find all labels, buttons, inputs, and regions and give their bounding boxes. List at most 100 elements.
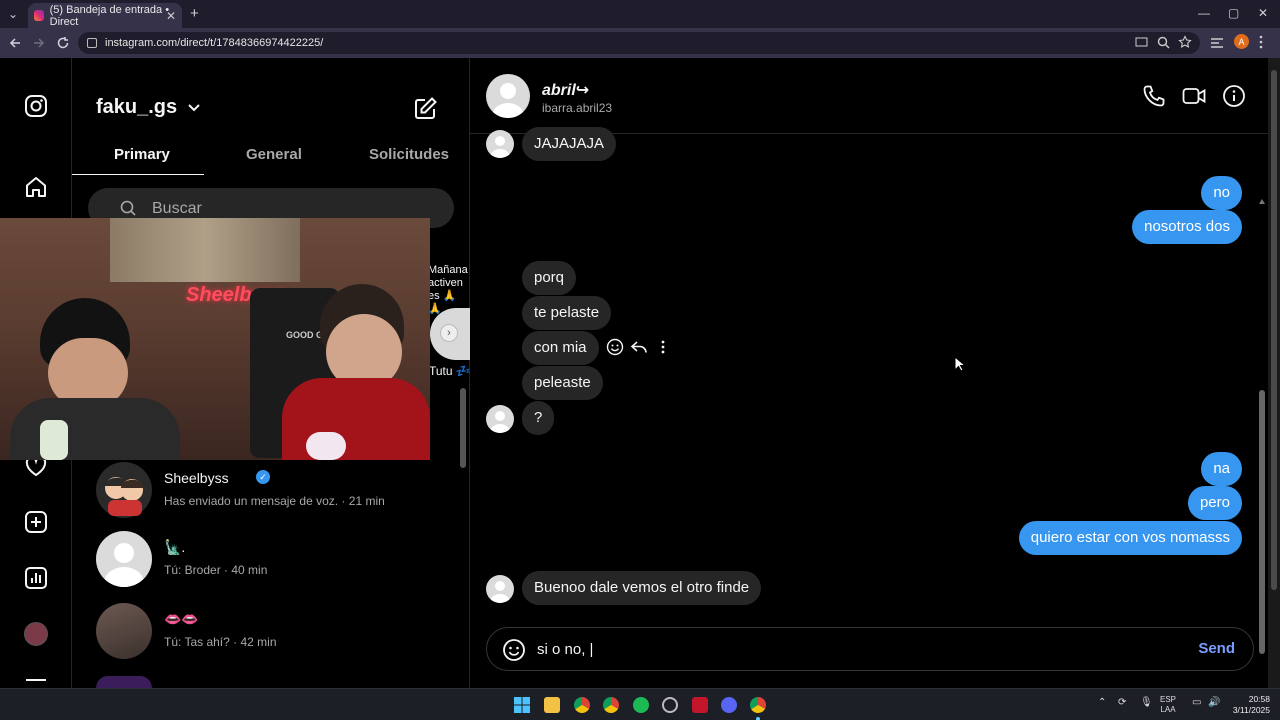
dashboard-icon[interactable]: [24, 566, 48, 590]
obs-icon[interactable]: [662, 697, 678, 713]
zoom-icon[interactable]: [1157, 36, 1170, 49]
sender-avatar[interactable]: [486, 405, 514, 433]
message-incoming[interactable]: con mia: [522, 331, 599, 365]
search-placeholder: Buscar: [152, 200, 202, 217]
default-avatar-icon: [96, 531, 152, 587]
chat-username: ibarra.abril23: [542, 101, 613, 115]
message-input[interactable]: si o no, |: [537, 641, 593, 658]
message-outgoing[interactable]: quiero estar con vos nomasss: [1018, 521, 1242, 555]
more-menu-icon[interactable]: [24, 676, 48, 688]
tab-search-chevron-icon[interactable]: ⌄: [8, 7, 18, 21]
site-info-icon[interactable]: [87, 38, 97, 48]
sender-avatar[interactable]: [486, 575, 514, 603]
phone-call-icon[interactable]: [1142, 84, 1166, 108]
system-clock[interactable]: 20:58 3/11/2025: [1226, 694, 1270, 716]
mouse-cursor-icon: [954, 356, 966, 372]
emoji-picker-icon[interactable]: [502, 638, 526, 662]
page-scrollbar[interactable]: [1268, 58, 1280, 688]
message-incoming[interactable]: JAJAJAJA: [522, 127, 617, 161]
bookmark-star-icon[interactable]: [1178, 35, 1192, 49]
chrome-active-icon[interactable]: [750, 697, 766, 713]
tab-requests[interactable]: Solicitudes: [369, 146, 449, 163]
account-switcher[interactable]: faku_.gs: [96, 96, 201, 119]
instagram-logo-icon[interactable]: [24, 94, 48, 118]
chat-avatar[interactable]: [486, 74, 530, 118]
conversation-item[interactable]: 🗽. Tú: Broder · 40 min: [96, 531, 456, 591]
conversation-name: 🗽.: [164, 539, 186, 555]
display-icon[interactable]: ▭: [1192, 697, 1201, 708]
video-call-icon[interactable]: [1182, 84, 1206, 108]
browser-tab-active[interactable]: (5) Bandeja de entrada • Direct ✕: [28, 3, 182, 28]
app-red-icon[interactable]: [692, 697, 708, 713]
send-button[interactable]: Send: [1198, 640, 1235, 657]
conversation-name: 👄👄: [164, 611, 199, 627]
create-icon[interactable]: [24, 510, 48, 534]
info-icon[interactable]: [1222, 84, 1246, 108]
profile-avatar-nav[interactable]: [24, 622, 48, 646]
story-name: Tutu 💤: [429, 364, 471, 378]
react-emoji-icon[interactable]: [606, 338, 624, 356]
conversation-item[interactable]: Sheelbyss ✓ Has enviado un mensaje de vo…: [96, 462, 456, 522]
new-message-icon[interactable]: [414, 96, 438, 120]
microphone-icon[interactable]: 🎙: [1140, 697, 1153, 708]
tray-chevron-up-icon[interactable]: ⌃: [1098, 697, 1106, 708]
language-indicator[interactable]: ESP LAA: [1160, 695, 1176, 715]
cartoon-avatar-icon: [105, 477, 143, 516]
reading-list-icon[interactable]: [1210, 36, 1224, 49]
message-incoming[interactable]: ?: [522, 401, 555, 435]
home-icon[interactable]: [24, 175, 48, 199]
chat-scrollbar[interactable]: [1256, 192, 1268, 668]
new-tab-button[interactable]: +: [190, 5, 199, 22]
message-incoming[interactable]: te pelaste: [522, 296, 612, 330]
message-outgoing[interactable]: no: [1201, 176, 1242, 210]
message-incoming[interactable]: Buenoo dale vemos el otro finde: [522, 571, 762, 605]
story-avatar[interactable]: ›: [430, 308, 470, 360]
sender-avatar[interactable]: [486, 130, 514, 158]
forward-arrow-icon[interactable]: [32, 36, 46, 50]
browser-toolbar: instagram.com/direct/t/17848366974422225…: [0, 28, 1280, 58]
clock-time: 20:58: [1248, 694, 1270, 704]
spotify-icon[interactable]: [633, 697, 649, 713]
tab-general[interactable]: General: [246, 146, 302, 163]
scroll-up-icon[interactable]: [1259, 198, 1265, 204]
more-options-icon[interactable]: [660, 339, 666, 355]
tab-title: (5) Bandeja de entrada • Direct: [49, 3, 170, 28]
chevron-right-icon[interactable]: ›: [440, 324, 458, 342]
posters-on-wall: [110, 218, 300, 282]
window-maximize-button[interactable]: ▢: [1228, 6, 1239, 20]
conversation-item[interactable]: 👄👄 Tú: Tas ahí? · 42 min: [96, 603, 456, 663]
reply-arrow-icon[interactable]: [630, 338, 648, 356]
chat-header: abril↪ ibarra.abril23: [470, 58, 1280, 134]
back-arrow-icon[interactable]: [8, 36, 22, 50]
chrome-icon[interactable]: [574, 697, 590, 713]
window-minimize-button[interactable]: —: [1198, 6, 1210, 20]
message-outgoing[interactable]: nosotros dos: [1132, 210, 1242, 244]
message-outgoing[interactable]: pero: [1187, 486, 1242, 520]
message-incoming[interactable]: porq: [522, 261, 577, 295]
active-tab-indicator: [72, 174, 204, 175]
tab-primary[interactable]: Primary: [114, 146, 170, 163]
message-composer[interactable]: si o no, | Send: [486, 627, 1254, 671]
chat-scroll-thumb[interactable]: [1259, 390, 1265, 654]
windows-start-icon[interactable]: [514, 697, 530, 713]
discord-icon[interactable]: [721, 697, 737, 713]
browser-menu-icon[interactable]: [1258, 35, 1264, 49]
conversation-avatar: [96, 462, 152, 518]
page-scroll-thumb[interactable]: [1271, 70, 1277, 590]
sync-icon[interactable]: ⟳: [1118, 697, 1126, 708]
tab-close-icon[interactable]: ✕: [166, 9, 176, 23]
language-top: ESP: [1160, 695, 1177, 704]
chrome-profile-icon[interactable]: [603, 697, 619, 713]
reload-icon[interactable]: [56, 36, 70, 50]
profile-avatar[interactable]: A: [1234, 34, 1249, 49]
message-incoming[interactable]: peleaste: [522, 366, 603, 400]
chat-display-name[interactable]: abril↪: [542, 80, 589, 100]
cast-icon[interactable]: [1135, 36, 1148, 49]
file-explorer-icon[interactable]: [544, 697, 560, 713]
inbox-scrollbar[interactable]: [460, 388, 466, 468]
message-outgoing[interactable]: na: [1201, 452, 1242, 486]
inbox-tabs: Primary General Solicitudes: [72, 140, 470, 176]
url-bar[interactable]: instagram.com/direct/t/17848366974422225…: [78, 32, 1200, 54]
volume-icon[interactable]: 🔊: [1208, 697, 1220, 708]
window-close-button[interactable]: ✕: [1258, 6, 1268, 20]
